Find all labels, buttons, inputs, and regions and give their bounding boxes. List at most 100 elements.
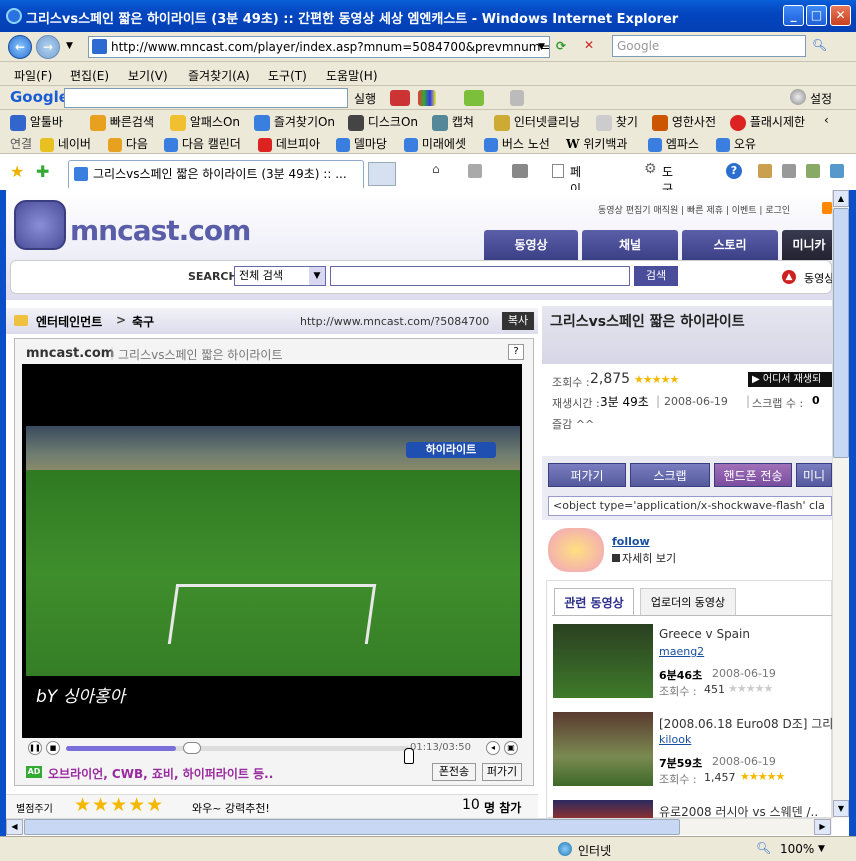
- pencil-icon[interactable]: [510, 90, 524, 106]
- link-capture[interactable]: 캡쳐: [432, 113, 474, 131]
- site-logo[interactable]: mncast.com: [70, 214, 251, 247]
- tab-related-videos[interactable]: 관련 동영상: [554, 588, 634, 616]
- rss-icon[interactable]: [822, 202, 832, 214]
- menu-view[interactable]: 보기(V): [128, 67, 168, 84]
- minimize-button[interactable]: _: [783, 5, 804, 26]
- site-search-input[interactable]: [330, 266, 630, 286]
- horizontal-scroll-thumb[interactable]: [24, 819, 680, 835]
- link-oyu[interactable]: 오유: [716, 135, 756, 152]
- copy-url-button[interactable]: 복사: [502, 312, 534, 330]
- link-disk-on[interactable]: 디스크On: [348, 113, 418, 131]
- follow-link[interactable]: follow: [612, 535, 650, 548]
- link-wikipedia[interactable]: W 위키백과: [566, 135, 627, 152]
- tab-active[interactable]: 그리스vs스페인 짧은 하이라이트 (3분 49초) :: ...: [68, 160, 364, 188]
- close-button[interactable]: ✕: [830, 5, 851, 26]
- tab-videos[interactable]: 동영상: [484, 230, 578, 260]
- horizontal-scrollbar[interactable]: ◀ ▶: [6, 818, 832, 835]
- seek-handle[interactable]: [183, 742, 202, 754]
- back-button[interactable]: ←: [8, 35, 32, 59]
- link-daum[interactable]: 다음: [108, 135, 148, 152]
- address-bar[interactable]: http://www.mncast.com/player/index.asp?m…: [88, 36, 550, 58]
- top-links[interactable]: 동영상 편집기 매직원 | 빠른 제휴 | 이벤트 | 로그인: [598, 203, 790, 216]
- refresh-icon[interactable]: ⟳: [556, 39, 566, 53]
- menu-tools[interactable]: 도구(T): [268, 67, 307, 84]
- related-thumb-2[interactable]: [553, 712, 653, 786]
- link-empas[interactable]: 엠파스: [648, 135, 699, 152]
- link-internet-cleaning[interactable]: 인터넷클리닝: [494, 113, 580, 131]
- phone-transfer-button[interactable]: 핸드폰 전송: [714, 463, 792, 487]
- link-mirae-asset[interactable]: 미래에셋: [404, 135, 466, 152]
- related-user-1[interactable]: maeng2: [659, 645, 704, 658]
- pause-icon[interactable]: ❚❚: [28, 741, 42, 755]
- site-search-button[interactable]: 검색: [634, 266, 678, 286]
- embed-code-field[interactable]: <object type='application/x-shockwave-fl…: [548, 496, 832, 516]
- research-icon[interactable]: [758, 164, 772, 178]
- related-title-2[interactable]: [2008.06.18 Euro08 D조] 그리..: [659, 715, 841, 732]
- rating-stars[interactable]: ★★★★★: [74, 794, 164, 816]
- menu-edit[interactable]: 편집(E): [70, 67, 109, 84]
- link-favorites-on[interactable]: 즐겨찾기On: [254, 113, 335, 131]
- upload-link[interactable]: 동영상: [804, 270, 834, 286]
- settings-button[interactable]: 설정: [810, 90, 832, 107]
- menu-file[interactable]: 파일(F): [14, 67, 52, 84]
- uploader-avatar[interactable]: [548, 528, 604, 572]
- link-dictionary[interactable]: 영한사전: [652, 113, 716, 131]
- mini-button[interactable]: 미니: [796, 463, 832, 487]
- link-bus-route[interactable]: 버스 노선: [484, 135, 550, 152]
- google-run-button[interactable]: 실행: [354, 90, 376, 107]
- messenger-icon[interactable]: [830, 164, 844, 178]
- print-icon[interactable]: [512, 164, 528, 178]
- related-title-1[interactable]: Greece v Spain: [659, 627, 750, 641]
- menu-favorites[interactable]: 즐겨찾기(A): [188, 67, 250, 84]
- vertical-scrollbar[interactable]: ▲ ▼: [832, 190, 849, 818]
- where-played-button[interactable]: ▶ 어디서 재생되: [748, 372, 832, 387]
- link-altoolbar[interactable]: 알툴바: [10, 113, 63, 131]
- tab-story[interactable]: 스토리: [682, 230, 778, 260]
- vertical-scroll-thumb[interactable]: [833, 208, 849, 458]
- seek-bar[interactable]: [66, 746, 410, 751]
- add-favorite-icon[interactable]: ✚: [36, 162, 49, 181]
- scroll-up-icon[interactable]: ▲: [833, 190, 849, 207]
- player-help-button[interactable]: ?: [508, 344, 524, 360]
- scroll-left-icon[interactable]: ◀: [6, 819, 23, 835]
- home-icon[interactable]: ⌂: [432, 162, 440, 176]
- link-daum-calendar[interactable]: 다음 캘린더: [164, 135, 241, 152]
- stop-playback-icon[interactable]: ■: [46, 741, 60, 755]
- breadcrumb-category[interactable]: 엔터테인먼트: [36, 313, 102, 330]
- stop-icon[interactable]: ✕: [584, 38, 594, 52]
- zoom-dropdown-icon[interactable]: ▼: [818, 844, 825, 854]
- related-thumb-3[interactable]: [553, 800, 653, 818]
- google-apps-icon[interactable]: [418, 90, 436, 106]
- volume-icon[interactable]: ◂: [486, 741, 500, 755]
- phone-send-button[interactable]: 폰전송: [432, 763, 476, 781]
- video-screen[interactable]: 하이라이트 bY 싱아홍아: [22, 364, 522, 738]
- link-quick-search[interactable]: 빠른검색: [90, 113, 154, 131]
- links-more-icon[interactable]: ‹: [824, 113, 829, 127]
- share-button[interactable]: 퍼가기: [482, 763, 522, 781]
- bookmark-icon[interactable]: [390, 90, 410, 106]
- new-tab-button[interactable]: [368, 162, 396, 186]
- scroll-right-icon[interactable]: ▶: [814, 819, 831, 835]
- related-thumb-1[interactable]: [553, 624, 653, 698]
- link-naver[interactable]: 네이버: [40, 135, 91, 152]
- up-folder-icon[interactable]: [464, 90, 484, 106]
- tab-uploader-videos[interactable]: 업로더의 동영상: [640, 588, 736, 616]
- link-find[interactable]: 찾기: [596, 113, 638, 131]
- fullscreen-icon[interactable]: ▣: [504, 741, 518, 755]
- tab-channels[interactable]: 채널: [582, 230, 678, 260]
- google-search-input[interactable]: [64, 88, 348, 108]
- menu-help[interactable]: 도움말(H): [326, 67, 378, 84]
- history-dropdown-icon[interactable]: ▼: [66, 41, 73, 51]
- link-flash-limit[interactable]: 플래시제한: [730, 113, 805, 131]
- link-delmadang[interactable]: 델마당: [336, 135, 387, 152]
- breadcrumb-subcategory[interactable]: 축구: [132, 313, 154, 330]
- link-alpass[interactable]: 알패스On: [170, 113, 240, 131]
- zoom-icon[interactable]: 🔍︎: [756, 841, 771, 855]
- search-scope-select[interactable]: 전체 검색 ▼: [234, 266, 326, 286]
- search-input[interactable]: Google: [612, 35, 806, 57]
- scroll-down-icon[interactable]: ▼: [833, 800, 849, 817]
- address-dropdown-icon[interactable]: ▼: [538, 42, 545, 52]
- scrap-button[interactable]: 스크랩: [630, 463, 710, 487]
- feeds-icon[interactable]: [468, 164, 482, 178]
- profile-detail-link[interactable]: 자세히 보기: [612, 550, 676, 566]
